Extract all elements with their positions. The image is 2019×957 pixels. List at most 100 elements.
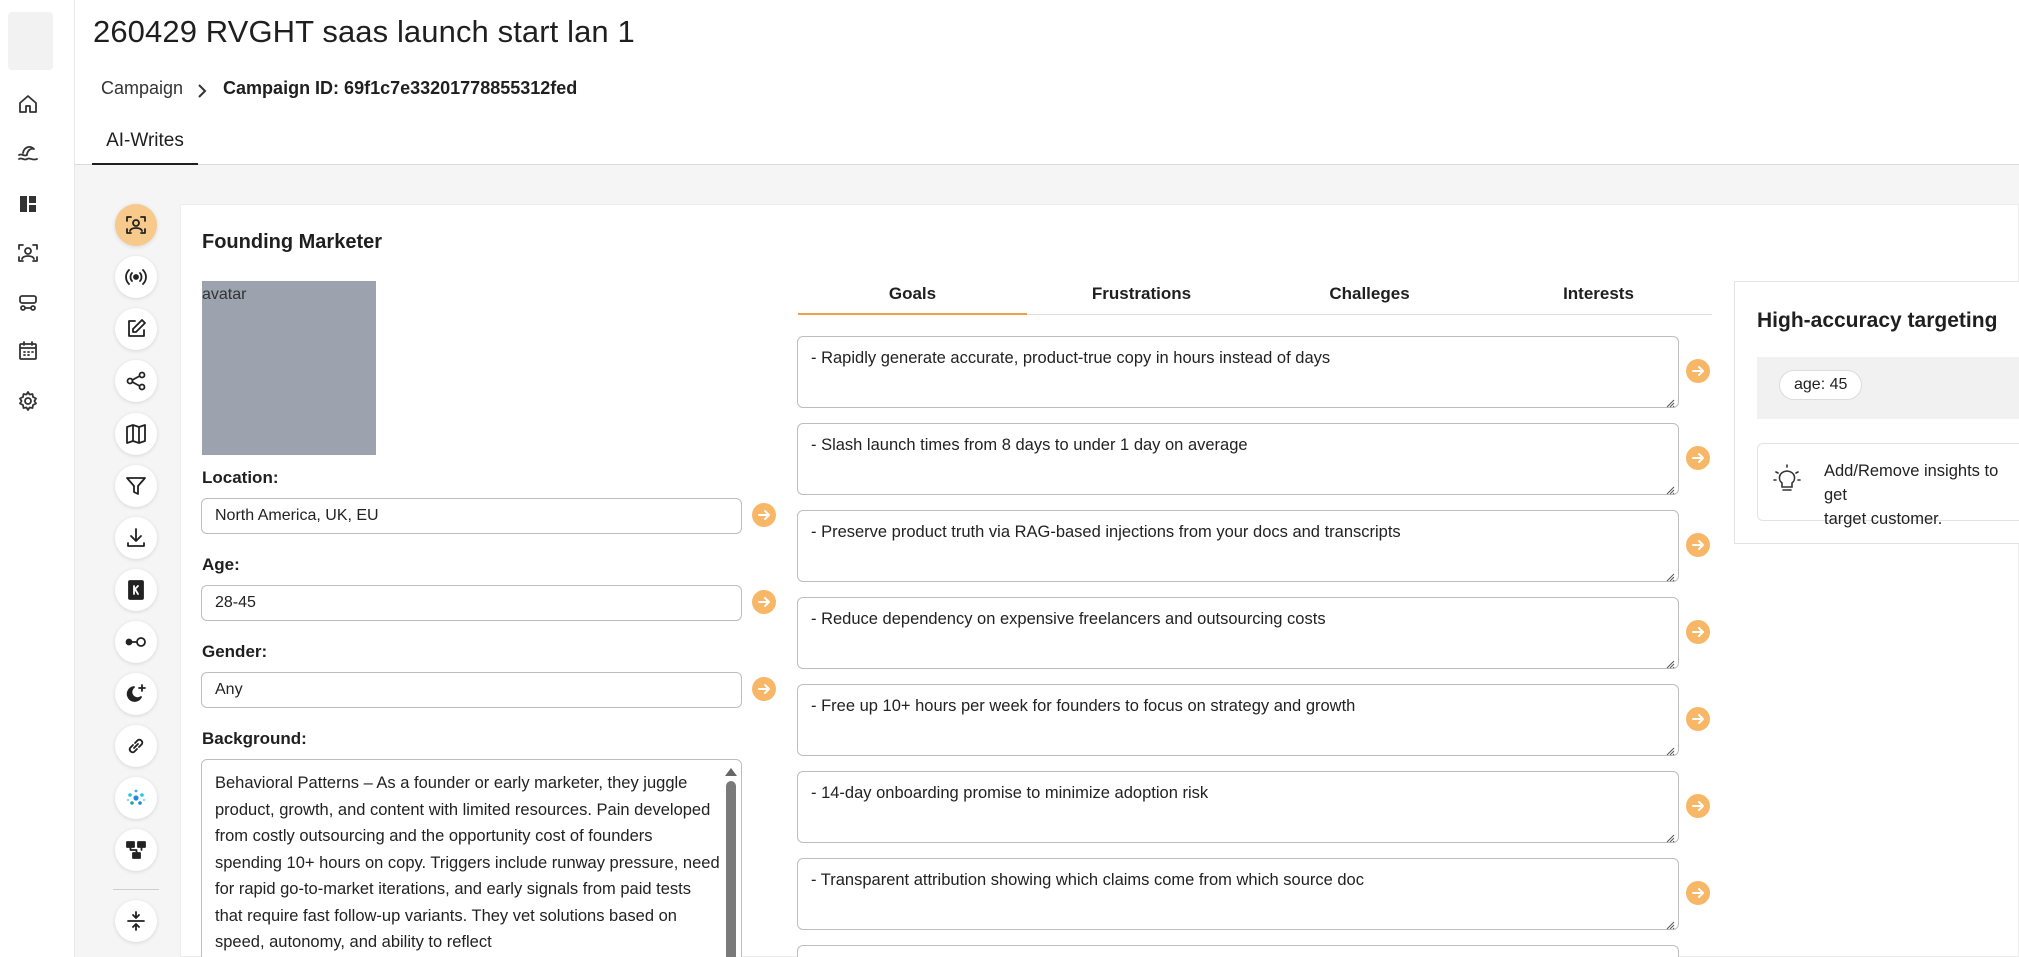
chevron-right-icon bbox=[197, 82, 207, 98]
link-icon bbox=[128, 738, 144, 754]
arrow-right-icon bbox=[1692, 888, 1704, 898]
map-icon bbox=[126, 424, 146, 444]
page-tabbar: AI-Writes bbox=[75, 124, 2019, 165]
goal-textarea[interactable]: - Slash launch times from 8 days to unde… bbox=[797, 423, 1679, 495]
night-mode-tool-button[interactable] bbox=[115, 673, 157, 715]
arrow-right-icon bbox=[758, 684, 770, 694]
map-tool-button[interactable] bbox=[115, 413, 157, 455]
download-tool-button[interactable] bbox=[115, 517, 157, 559]
avatar: avatar bbox=[202, 281, 376, 455]
resize-grip-icon[interactable] bbox=[1666, 917, 1675, 930]
targeting-chip[interactable]: age: 45 bbox=[1779, 370, 1863, 400]
goal-apply-button[interactable] bbox=[1686, 881, 1710, 905]
age-field[interactable] bbox=[201, 585, 742, 621]
goal-text: - Slash launch times from 8 days to unde… bbox=[811, 436, 1248, 454]
tool-divider bbox=[113, 889, 159, 890]
goal-apply-button[interactable] bbox=[1686, 620, 1710, 644]
edit-icon bbox=[128, 319, 146, 337]
persona-name: Founding Marketer bbox=[202, 231, 383, 253]
gender-apply-button[interactable] bbox=[752, 677, 776, 701]
breadcrumb-campaign-link[interactable]: Campaign bbox=[101, 78, 183, 99]
goal-apply-button[interactable] bbox=[1686, 359, 1710, 383]
goal-apply-button[interactable] bbox=[1686, 794, 1710, 818]
goal-apply-button[interactable] bbox=[1686, 533, 1710, 557]
persona-icon bbox=[126, 216, 146, 234]
link-tool-button[interactable] bbox=[115, 725, 157, 767]
goal-text: - Free up 10+ hours per week for founder… bbox=[811, 697, 1356, 715]
breadcrumb-current: Campaign ID: 69f1c7e33201778855312fed bbox=[223, 78, 578, 98]
book-k-icon bbox=[128, 580, 144, 600]
location-field[interactable] bbox=[201, 498, 742, 534]
persona-tool-button[interactable] bbox=[115, 204, 157, 246]
edit-tool-button[interactable] bbox=[115, 308, 157, 350]
goal-textarea[interactable]: - Preserve product truth via RAG-based i… bbox=[797, 510, 1679, 582]
connect-tool-button[interactable] bbox=[115, 621, 157, 663]
resize-grip-icon[interactable] bbox=[1666, 830, 1675, 843]
moon-sparkle-icon bbox=[126, 684, 146, 702]
scrollbar-thumb[interactable] bbox=[726, 781, 736, 957]
avatar-alt-text: avatar bbox=[202, 286, 247, 303]
goal-apply-button[interactable] bbox=[1686, 707, 1710, 731]
settings-icon[interactable] bbox=[14, 387, 42, 415]
arrow-right-icon bbox=[1692, 540, 1704, 550]
location-label: Location: bbox=[202, 468, 279, 487]
filter-icon bbox=[126, 477, 146, 495]
resize-grip-icon[interactable] bbox=[1666, 482, 1675, 495]
location-apply-button[interactable] bbox=[752, 503, 776, 527]
resize-grip-icon[interactable] bbox=[1666, 569, 1675, 582]
tab-interests[interactable]: Interests bbox=[1484, 275, 1713, 315]
arrow-right-icon bbox=[1692, 366, 1704, 376]
goal-textarea[interactable] bbox=[797, 945, 1679, 957]
cluster-tool-button[interactable] bbox=[115, 777, 157, 819]
persona-icon[interactable] bbox=[14, 239, 42, 267]
book-tool-button[interactable] bbox=[115, 569, 157, 611]
dashboard-icon[interactable] bbox=[14, 190, 42, 218]
app-logo[interactable] bbox=[8, 12, 53, 70]
arrow-right-icon bbox=[1692, 714, 1704, 724]
background-scrollbar[interactable] bbox=[725, 766, 737, 957]
page-title: 260429 RVGHT saas launch start lan 1 bbox=[93, 14, 635, 49]
expand-collapse-tool-button[interactable] bbox=[115, 900, 157, 942]
broadcast-tool-button[interactable] bbox=[115, 256, 157, 298]
scroll-up-icon[interactable] bbox=[725, 768, 737, 776]
goal-textarea[interactable]: - Transparent attribution showing which … bbox=[797, 858, 1679, 930]
goal-apply-button[interactable] bbox=[1686, 446, 1710, 470]
automation-icon[interactable] bbox=[14, 289, 42, 317]
arrow-right-icon bbox=[1692, 453, 1704, 463]
tab-ai-writes[interactable]: AI-Writes bbox=[92, 124, 198, 165]
expand-collapse-icon bbox=[127, 911, 145, 931]
goal-textarea[interactable]: - 14-day onboarding promise to minimize … bbox=[797, 771, 1679, 843]
dots-cluster-icon bbox=[126, 789, 146, 805]
connect-icon bbox=[125, 637, 146, 647]
share-tool-button[interactable] bbox=[115, 360, 157, 402]
hierarchy-icon bbox=[126, 841, 146, 859]
targeting-info-text: Add/Remove insights to get target custom… bbox=[1824, 462, 1999, 528]
goal-textarea[interactable]: - Reduce dependency on expensive freelan… bbox=[797, 597, 1679, 669]
share-nodes-icon bbox=[126, 371, 146, 391]
filter-tool-button[interactable] bbox=[115, 465, 157, 507]
resize-grip-icon[interactable] bbox=[1666, 656, 1675, 669]
arrow-right-icon bbox=[758, 597, 770, 607]
background-text: Behavioral Patterns – As a founder or ea… bbox=[215, 774, 720, 951]
goal-textarea[interactable]: - Rapidly generate accurate, product-tru… bbox=[797, 336, 1679, 408]
hierarchy-tool-button[interactable] bbox=[115, 829, 157, 871]
background-label: Background: bbox=[202, 729, 307, 748]
age-apply-button[interactable] bbox=[752, 590, 776, 614]
background-textarea[interactable]: Behavioral Patterns – As a founder or ea… bbox=[201, 759, 742, 957]
tab-challenges[interactable]: Challeges bbox=[1255, 275, 1484, 315]
app-rail bbox=[0, 0, 75, 957]
insight-tabs: Goals Frustrations Challeges Interests bbox=[798, 275, 1712, 315]
resize-grip-icon[interactable] bbox=[1666, 395, 1675, 408]
tab-goals[interactable]: Goals bbox=[798, 275, 1027, 315]
tab-frustrations[interactable]: Frustrations bbox=[1027, 275, 1256, 315]
goal-text: - Transparent attribution showing which … bbox=[811, 871, 1364, 889]
arrow-right-icon bbox=[1692, 801, 1704, 811]
goal-text: - 14-day onboarding promise to minimize … bbox=[811, 784, 1209, 802]
lightbulb-icon bbox=[1772, 463, 1802, 495]
home-icon[interactable] bbox=[14, 90, 42, 118]
goal-textarea[interactable]: - Free up 10+ hours per week for founder… bbox=[797, 684, 1679, 756]
resize-grip-icon[interactable] bbox=[1666, 743, 1675, 756]
calendar-icon[interactable] bbox=[14, 337, 42, 365]
gender-field[interactable] bbox=[201, 672, 742, 708]
wave-icon[interactable] bbox=[14, 139, 42, 167]
